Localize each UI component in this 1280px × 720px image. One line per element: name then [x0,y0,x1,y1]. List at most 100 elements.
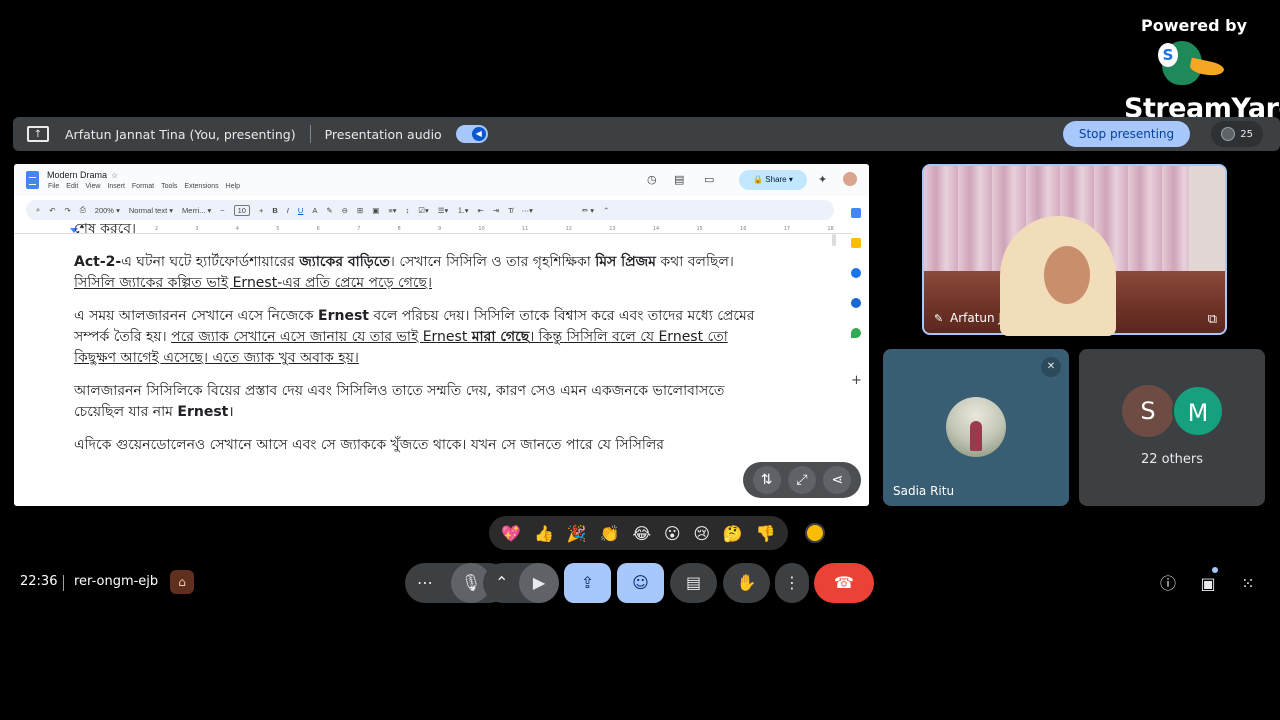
share-button[interactable]: 🔒 Share ▾ [739,170,807,190]
print-icon[interactable]: ⎙ [80,205,86,215]
indent-decrease-icon[interactable]: ⇤ [477,206,483,215]
share-icon[interactable]: ⋖ [823,466,852,494]
menu-format[interactable]: Format [132,183,154,190]
bold-icon[interactable]: B [272,206,277,215]
reaction-party[interactable]: 🎉 [567,524,587,543]
camera-options-chevron-icon[interactable]: ⌃ [495,563,508,603]
reaction-surprised[interactable]: 😮 [664,524,681,543]
more-tools-icon[interactable]: ⋯▾ [522,206,533,215]
font-select[interactable]: Merri... ▾ [182,206,211,215]
raise-hand-button[interactable]: ✋ [723,563,770,603]
captions-button[interactable]: ▤ [670,563,717,603]
more-audio-options-icon[interactable]: ⋯ [417,563,433,603]
insert-image-icon[interactable]: ▣ [372,206,379,215]
meeting-info-icon[interactable]: ⓘ [1156,572,1180,596]
fullscreen-icon[interactable]: ⤢ [787,466,816,494]
reaction-thumbs-down[interactable]: 👎 [756,524,776,543]
host-controls-icon[interactable]: ⌂ [170,570,194,594]
tasks-icon[interactable] [851,268,861,278]
pin-icon[interactable]: ✎ [934,312,944,325]
reaction-laugh[interactable]: 😂 [632,524,651,543]
camera-button[interactable]: ▶ [519,563,559,603]
reactions-button[interactable]: ☺ [617,563,664,603]
redo-icon[interactable]: ↷ [65,206,71,215]
participant-tile-others[interactable]: S M 22 others [1079,349,1265,506]
menu-help[interactable]: Help [226,183,240,190]
bold-run: জ্যাকের বাড়িতে [299,254,390,270]
search-icon[interactable]: ⌕ [36,205,40,215]
menu-insert[interactable]: Insert [107,183,125,190]
italic-icon[interactable]: I [287,206,289,215]
avatar [946,397,1006,457]
document-body[interactable]: শেষ করবে। Act-2-এ ঘটনা ঘটে হ্যার্টফোর্ডশ… [74,221,774,468]
align-icon[interactable]: ≡▾ [388,206,396,215]
menu-view[interactable]: View [85,183,100,190]
line-spacing-icon[interactable]: ↕ [405,206,409,215]
zoom-select[interactable]: 200% ▾ [95,206,120,215]
history-icon[interactable]: ◷ [647,173,657,186]
reaction-thumbs-up[interactable]: 👍 [534,524,554,543]
doc-title[interactable]: Modern Drama ☆ [47,170,118,180]
menu-tools[interactable]: Tools [161,183,177,190]
style-select[interactable]: Normal text ▾ [129,206,173,215]
link-icon[interactable]: ⊖ [342,206,348,215]
docs-logo-icon [26,171,39,189]
comment-icon[interactable]: ▤ [674,173,684,186]
participant-count-badge[interactable]: 25 [1211,121,1263,147]
bullet-list-icon[interactable]: ☰▾ [438,206,449,215]
meet-icon[interactable]: ▭ [704,173,714,186]
menu-edit[interactable]: Edit [66,183,78,190]
calendar-icon[interactable] [851,208,861,218]
text-run: । সেখানে সিসিলি ও তার গৃহশিক্ষিকা [389,254,596,270]
doc-paragraph-proposal: আলজারনন সিসিলিকে বিয়ের প্রস্তাব দেয় এব… [74,381,774,423]
contacts-icon[interactable] [851,298,861,308]
maps-icon[interactable] [851,328,861,338]
indent-increase-icon[interactable]: ⇥ [493,206,499,215]
underline-icon[interactable]: U [298,206,303,215]
participants-icon [1221,127,1235,141]
highlight-icon[interactable]: ✎ [326,206,332,215]
swap-icon[interactable]: ⇅ [752,466,781,494]
avatar: S [1122,385,1174,437]
increase-font-icon[interactable]: + [259,206,263,215]
ruler-tick: 18 [827,226,834,232]
checklist-icon[interactable]: ☑▾ [418,206,429,215]
decrease-font-icon[interactable]: − [220,206,224,215]
reaction-sad[interactable]: 😢 [693,524,710,543]
participant-count: 25 [1240,128,1253,140]
presentation-audio-toggle[interactable]: ◀ [455,125,488,143]
undo-icon[interactable]: ↶ [49,206,55,215]
star-icon[interactable]: ☆ [111,171,118,180]
present-now-button[interactable]: ⇪ [564,563,611,603]
insert-comment-icon[interactable]: ⊞ [357,206,363,215]
add-addon-icon[interactable]: + [851,374,862,387]
participant-video-face [1044,246,1090,304]
streamyard-duck-logo: S [1124,39,1264,97]
reaction-clap[interactable]: 👏 [600,524,620,543]
menu-file[interactable]: File [48,183,59,190]
leave-call-button[interactable]: ☎ [814,563,874,603]
doc-paragraph-clipped: শেষ করবে। [74,221,137,237]
keep-icon[interactable] [851,238,861,248]
stop-presenting-button[interactable]: Stop presenting [1063,121,1190,147]
activities-icon[interactable]: ⁙ [1236,572,1260,596]
gemini-icon[interactable]: ✦ [818,173,827,186]
font-size-input[interactable]: 10 [233,204,250,216]
participant-tile-sadia[interactable]: ✕ Sadia Ritu [883,349,1069,506]
text-color-icon[interactable]: A [312,206,317,215]
edit-mode-icon[interactable]: ✏ ▾ [582,206,594,215]
chat-icon[interactable]: ▣ [1196,572,1220,596]
numbered-list-icon[interactable]: ⒈▾ [457,205,468,216]
clear-format-icon[interactable]: T̸ [508,206,513,215]
more-reactions-button[interactable] [805,523,825,543]
collapse-toolbar-icon[interactable]: ⌃ [603,206,609,215]
more-options-button[interactable]: ⋮ [775,563,809,603]
menu-extensions[interactable]: Extensions [184,183,218,190]
crop-icon[interactable]: ⧉ [1208,312,1217,327]
reaction-heart[interactable]: 💖 [501,524,521,543]
reaction-thinking[interactable]: 🤔 [723,524,743,543]
doc-paragraph-ernest: এ সময় আলজারনন সেখানে এসে নিজেকে Ernest … [74,306,774,369]
user-avatar[interactable] [843,172,857,186]
participant-name-second: Sadia Ritu [893,484,955,498]
doc-scrollbar[interactable] [832,234,836,246]
